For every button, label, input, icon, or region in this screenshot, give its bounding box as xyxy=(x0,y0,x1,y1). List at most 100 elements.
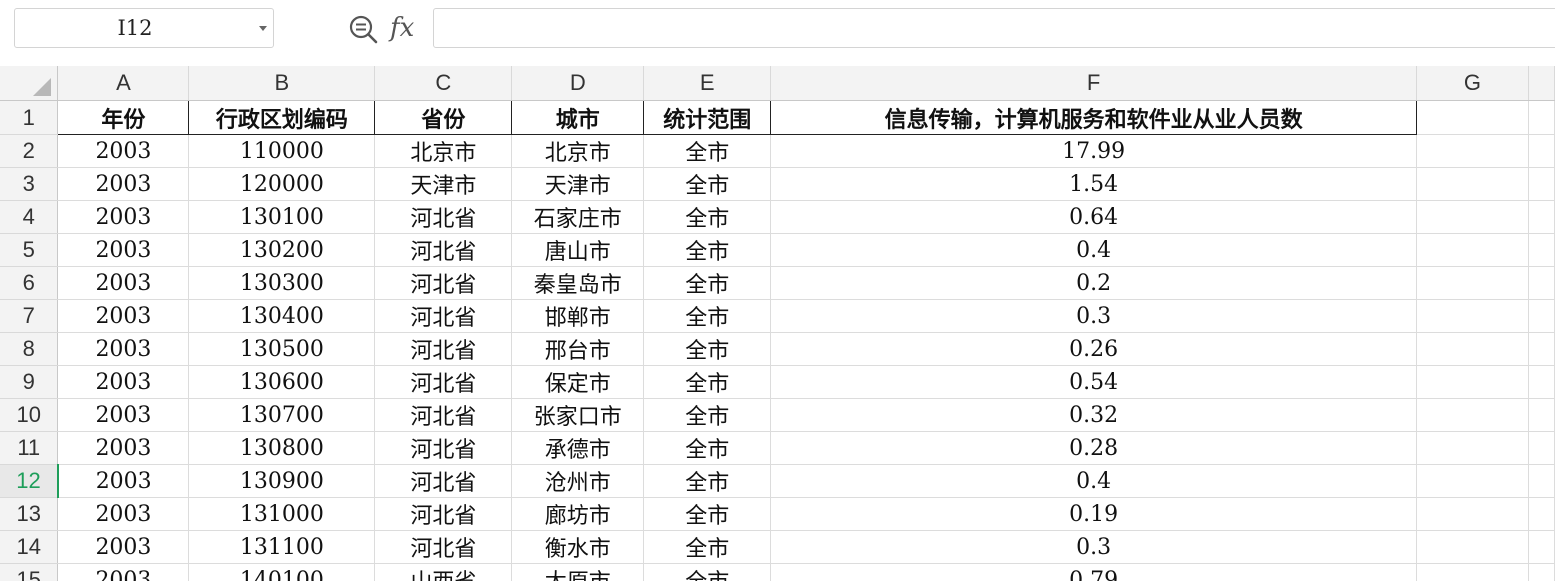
cell-scope[interactable]: 全市 xyxy=(643,431,772,465)
column-header-a[interactable]: A xyxy=(57,66,190,101)
cell-scope[interactable]: 全市 xyxy=(643,398,772,432)
cell-employees[interactable]: 0.19 xyxy=(770,497,1418,531)
cell-empty[interactable] xyxy=(1528,266,1555,300)
cell-scope[interactable]: 全市 xyxy=(643,563,772,581)
cell-header-code[interactable]: 行政区划编码 xyxy=(188,100,376,135)
cell-employees[interactable]: 0.4 xyxy=(770,464,1418,498)
cell-empty[interactable] xyxy=(1528,167,1555,201)
cell-city[interactable]: 张家口市 xyxy=(511,398,645,432)
cell-employees[interactable]: 0.32 xyxy=(770,398,1418,432)
name-box-dropdown-icon[interactable] xyxy=(259,26,267,31)
cell-province[interactable]: 河北省 xyxy=(374,398,513,432)
column-header-b[interactable]: B xyxy=(188,66,376,101)
cell-empty[interactable] xyxy=(1416,167,1529,201)
cell-empty[interactable] xyxy=(1416,530,1529,564)
cell-province[interactable]: 河北省 xyxy=(374,233,513,267)
cell-empty[interactable] xyxy=(1528,100,1555,135)
column-header-g[interactable]: G xyxy=(1416,66,1529,101)
column-header-e[interactable]: E xyxy=(643,66,772,101)
cell-header-city[interactable]: 城市 xyxy=(511,100,645,135)
cell-empty[interactable] xyxy=(1416,266,1529,300)
cell-employees[interactable]: 0.3 xyxy=(770,530,1418,564)
cell-scope[interactable]: 全市 xyxy=(643,497,772,531)
cell-city[interactable]: 邯郸市 xyxy=(511,299,645,333)
cell-scope[interactable]: 全市 xyxy=(643,332,772,366)
cell-scope[interactable]: 全市 xyxy=(643,464,772,498)
cell-employees[interactable]: 17.99 xyxy=(770,134,1418,168)
formula-input[interactable] xyxy=(433,8,1555,48)
column-header-c[interactable]: C xyxy=(374,66,513,101)
cell-empty[interactable] xyxy=(1528,299,1555,333)
cell-empty[interactable] xyxy=(1528,398,1555,432)
cell-province[interactable]: 北京市 xyxy=(374,134,513,168)
cell-empty[interactable] xyxy=(1528,431,1555,465)
cell-city[interactable]: 保定市 xyxy=(511,365,645,399)
cell-province[interactable]: 河北省 xyxy=(374,464,513,498)
row-header[interactable]: 2 xyxy=(0,134,59,168)
cell-empty[interactable] xyxy=(1416,365,1529,399)
cell-empty[interactable] xyxy=(1528,200,1555,234)
cell-empty[interactable] xyxy=(1416,299,1529,333)
cell-code[interactable]: 130900 xyxy=(188,464,376,498)
cell-header-employees[interactable]: 信息传输，计算机服务和软件业从业人员数 xyxy=(770,100,1418,135)
cell-year[interactable]: 2003 xyxy=(57,200,190,234)
cell-code[interactable]: 110000 xyxy=(188,134,376,168)
cell-empty[interactable] xyxy=(1416,497,1529,531)
cell-scope[interactable]: 全市 xyxy=(643,365,772,399)
cell-employees[interactable]: 0.64 xyxy=(770,200,1418,234)
cell-empty[interactable] xyxy=(1528,365,1555,399)
cell-empty[interactable] xyxy=(1528,497,1555,531)
row-header[interactable]: 4 xyxy=(0,200,59,234)
cell-year[interactable]: 2003 xyxy=(57,365,190,399)
cell-header-scope[interactable]: 统计范围 xyxy=(643,100,772,135)
row-header[interactable]: 3 xyxy=(0,167,59,201)
cell-empty[interactable] xyxy=(1528,563,1555,581)
fx-icon[interactable]: fx xyxy=(390,10,424,46)
cell-city[interactable]: 秦皇岛市 xyxy=(511,266,645,300)
row-header[interactable]: 7 xyxy=(0,299,59,333)
cell-scope[interactable]: 全市 xyxy=(643,200,772,234)
cell-year[interactable]: 2003 xyxy=(57,497,190,531)
zoom-icon[interactable] xyxy=(346,12,380,46)
name-box[interactable]: I12 xyxy=(14,8,274,48)
cell-empty[interactable] xyxy=(1528,233,1555,267)
cell-code[interactable]: 130600 xyxy=(188,365,376,399)
cell-scope[interactable]: 全市 xyxy=(643,233,772,267)
cell-code[interactable]: 130400 xyxy=(188,299,376,333)
cell-city[interactable]: 沧州市 xyxy=(511,464,645,498)
cell-year[interactable]: 2003 xyxy=(57,233,190,267)
cell-code[interactable]: 140100 xyxy=(188,563,376,581)
cell-code[interactable]: 130500 xyxy=(188,332,376,366)
cell-employees[interactable]: 0.3 xyxy=(770,299,1418,333)
cell-employees[interactable]: 0.54 xyxy=(770,365,1418,399)
cell-province[interactable]: 山西省 xyxy=(374,563,513,581)
cell-code[interactable]: 120000 xyxy=(188,167,376,201)
cell-empty[interactable] xyxy=(1416,398,1529,432)
cell-city[interactable]: 廊坊市 xyxy=(511,497,645,531)
cell-code[interactable]: 130800 xyxy=(188,431,376,465)
cell-code[interactable]: 131000 xyxy=(188,497,376,531)
column-header-d[interactable]: D xyxy=(511,66,645,101)
cell-city[interactable]: 太原市 xyxy=(511,563,645,581)
cell-province[interactable]: 天津市 xyxy=(374,167,513,201)
column-header-h[interactable] xyxy=(1528,66,1555,101)
cell-code[interactable]: 130300 xyxy=(188,266,376,300)
cell-city[interactable]: 天津市 xyxy=(511,167,645,201)
cell-city[interactable]: 北京市 xyxy=(511,134,645,168)
cell-employees[interactable]: 1.54 xyxy=(770,167,1418,201)
row-header[interactable]: 8 xyxy=(0,332,59,366)
cell-code[interactable]: 130700 xyxy=(188,398,376,432)
cell-empty[interactable] xyxy=(1416,200,1529,234)
cell-employees[interactable]: 0.28 xyxy=(770,431,1418,465)
cell-empty[interactable] xyxy=(1528,464,1555,498)
cell-city[interactable]: 衡水市 xyxy=(511,530,645,564)
cell-year[interactable]: 2003 xyxy=(57,398,190,432)
cell-empty[interactable] xyxy=(1416,100,1529,135)
row-header[interactable]: 10 xyxy=(0,398,59,432)
row-header[interactable]: 9 xyxy=(0,365,59,399)
cell-empty[interactable] xyxy=(1416,431,1529,465)
row-header[interactable]: 12 xyxy=(0,464,59,498)
cell-year[interactable]: 2003 xyxy=(57,464,190,498)
cell-code[interactable]: 130100 xyxy=(188,200,376,234)
cell-empty[interactable] xyxy=(1416,134,1529,168)
